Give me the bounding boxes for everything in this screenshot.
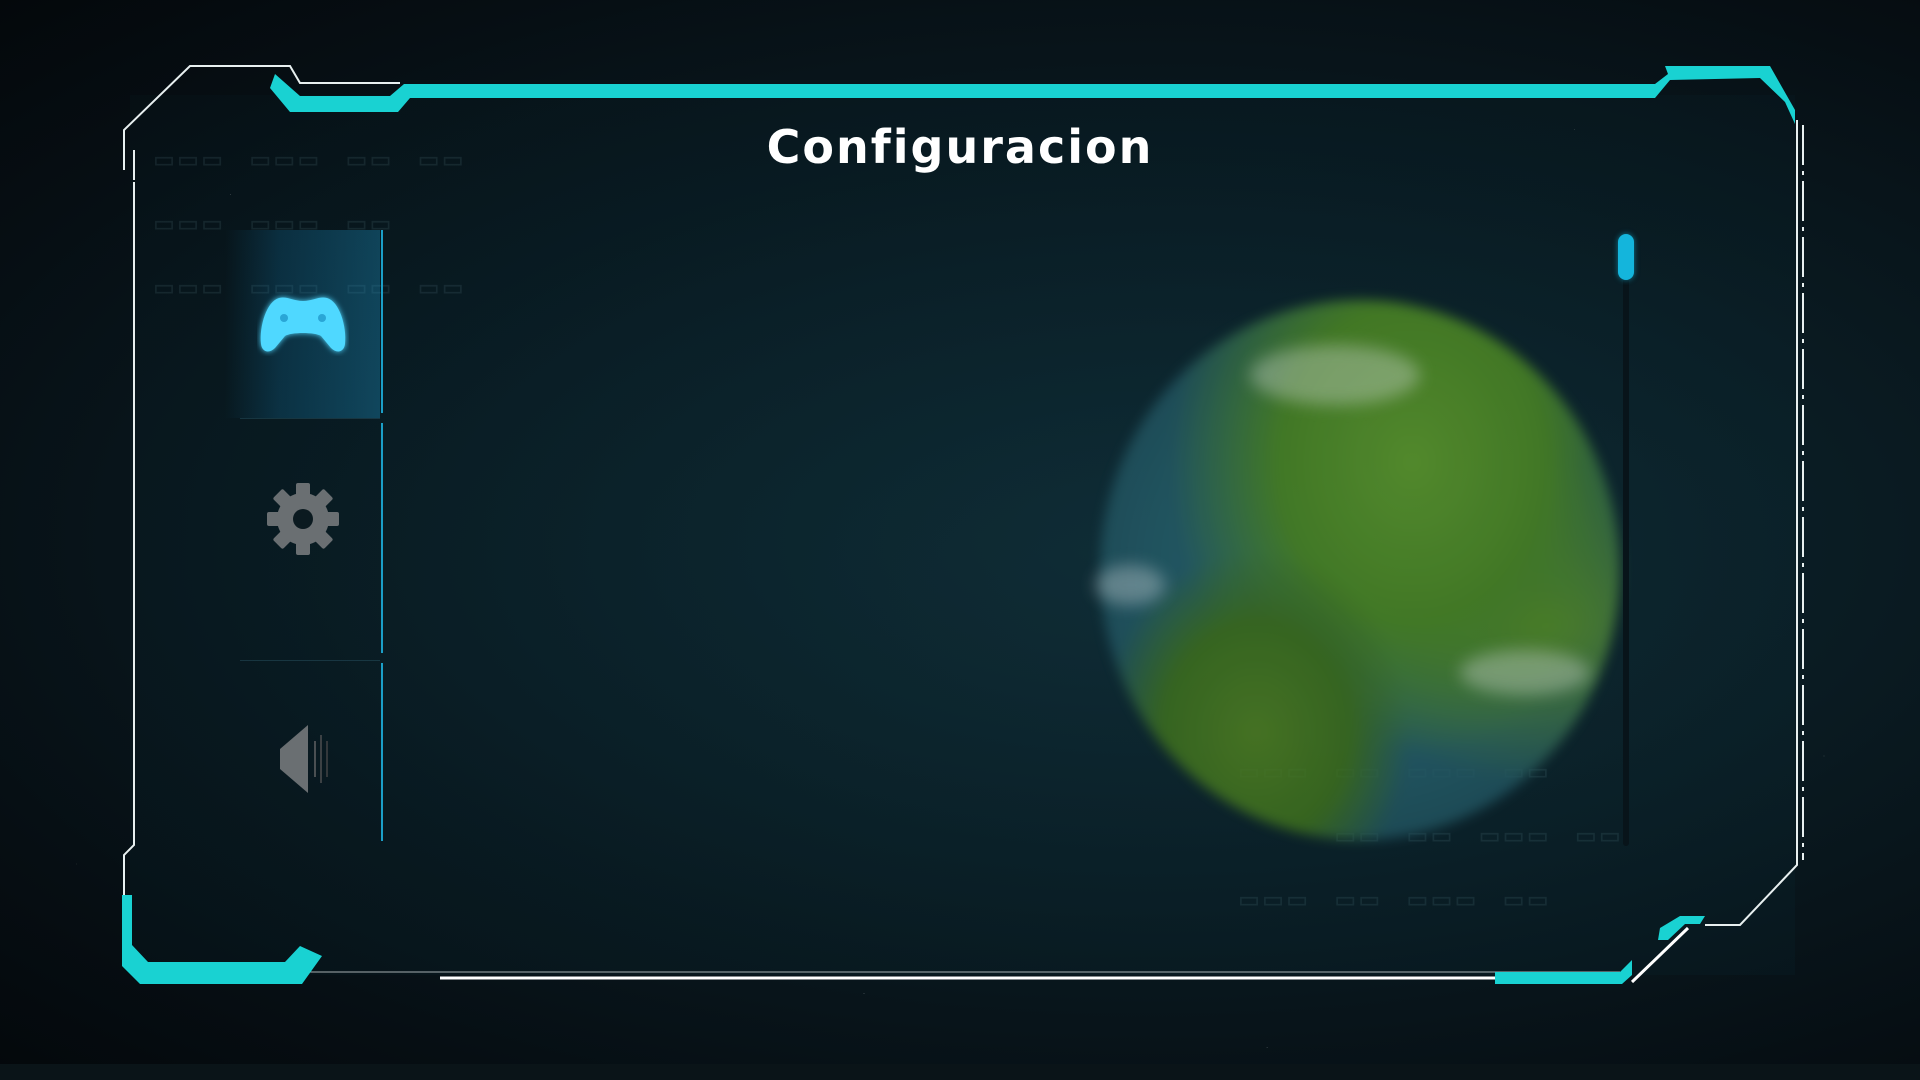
frame-accent-bottom-left bbox=[122, 895, 322, 984]
gear-icon bbox=[266, 482, 340, 556]
bottom-strip bbox=[0, 1064, 1920, 1080]
frame-accent-top bbox=[270, 66, 1795, 124]
frame-outline-left bbox=[123, 182, 135, 945]
tab-divider bbox=[240, 660, 380, 661]
scrollbar-track[interactable] bbox=[1623, 236, 1629, 846]
tab-audio[interactable] bbox=[225, 665, 380, 853]
speker-icon bbox=[268, 719, 338, 799]
tab-settings[interactable] bbox=[225, 425, 380, 613]
tab-divider bbox=[240, 418, 380, 419]
scrollbar-thumb[interactable] bbox=[1618, 234, 1634, 280]
frame-accent-bottom-right bbox=[1495, 960, 1632, 984]
frame-outline-right bbox=[1705, 120, 1798, 926]
tab-indicator-controls bbox=[381, 230, 383, 413]
gamepad-icon bbox=[257, 292, 349, 356]
tab-indicator-audio bbox=[381, 663, 383, 841]
tab-controls[interactable] bbox=[225, 230, 380, 418]
page-title: Configuracion bbox=[766, 120, 1154, 174]
game-screen: ▭▭▭ ▭▭▭ ▭▭ ▭▭ ▭▭▭ ▭▭▭ ▭▭ ▭▭▭ ▭▭ ▭ ▭ ▭ ▭▭ ▭… bbox=[0, 0, 1920, 1080]
tab-indicator-settings bbox=[381, 423, 383, 653]
